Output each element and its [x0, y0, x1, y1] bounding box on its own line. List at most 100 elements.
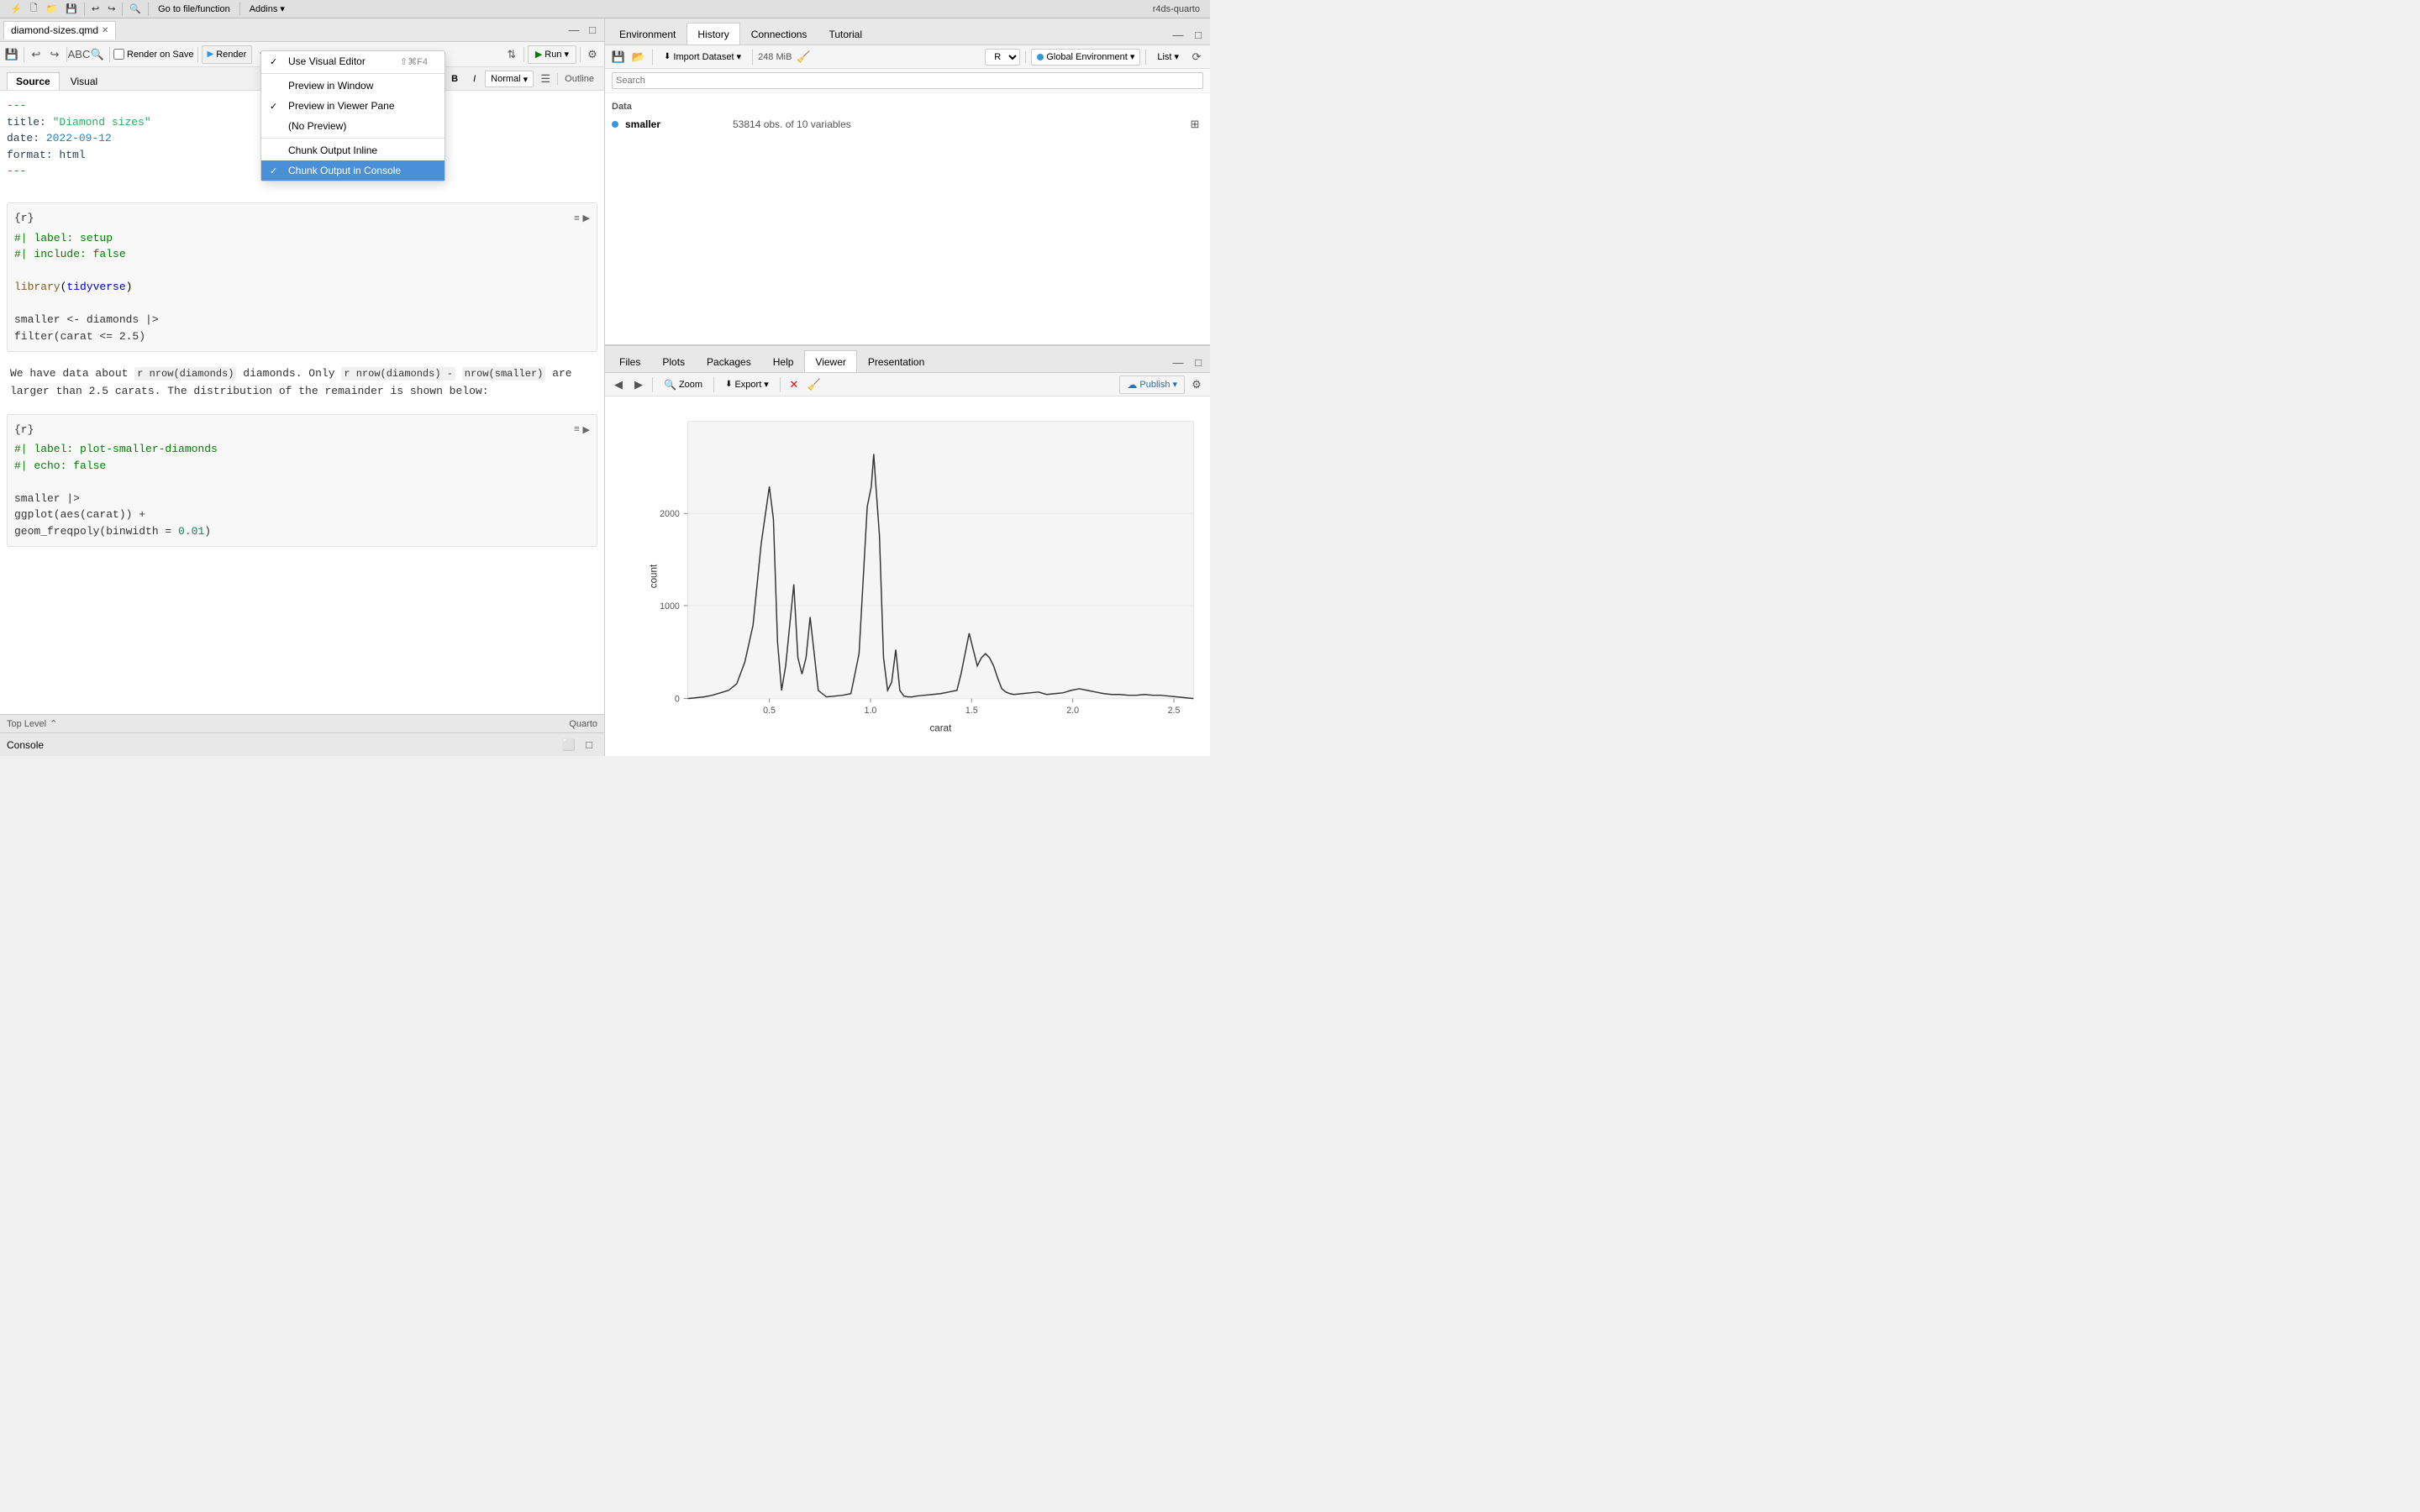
render-btn[interactable]: ▶ Render	[202, 45, 253, 64]
find-editor-btn[interactable]: 🔍	[89, 46, 106, 63]
chunk-settings-btn-1[interactable]: ≡	[574, 213, 579, 223]
render-on-save-text: Render on Save	[127, 50, 194, 60]
viewer-settings-btn[interactable]: ⚙	[1188, 376, 1205, 393]
list-btn[interactable]: List ▾	[1151, 48, 1185, 66]
maximize-pane-btn[interactable]: □	[584, 22, 601, 39]
r-dropdown[interactable]: R	[985, 49, 1020, 66]
visual-tab[interactable]: Visual	[61, 72, 107, 90]
dropdown-item-preview-window[interactable]: Preview in Window	[261, 76, 445, 96]
console-maximize-btn[interactable]: □	[581, 737, 597, 753]
load-history-btn[interactable]: 📂	[630, 49, 647, 66]
sep	[557, 73, 558, 85]
render-on-save-check[interactable]	[113, 49, 124, 60]
sep4	[239, 3, 240, 16]
delete-plot-btn[interactable]: ✕	[786, 376, 802, 393]
yaml-title-val: "Diamond sizes"	[53, 116, 151, 129]
import-dataset-btn[interactable]: ⬇ Import Dataset ▾	[658, 48, 747, 66]
chunk-run-btn-2[interactable]: ▶	[583, 424, 590, 435]
env-minimize-btn[interactable]: —	[1170, 26, 1186, 43]
format-dropdown-btn[interactable]: Normal ▾	[485, 71, 534, 87]
undo-btn[interactable]: ↩	[88, 3, 103, 14]
tab-connections[interactable]: Connections	[740, 23, 818, 45]
save-file-btn[interactable]: 💾	[3, 46, 20, 63]
chunk-header-2: {r} ≡ ▶	[14, 422, 590, 438]
tab-packages[interactable]: Packages	[696, 350, 762, 372]
plot-toolbar: ◀ ▶ 🔍 Zoom ⬇ Export ▾ ✕ 🧹	[605, 373, 1210, 396]
editor-icons: — □	[566, 22, 601, 39]
svg-text:1.0: 1.0	[865, 706, 877, 716]
dropdown-label-no-preview: (No Preview)	[288, 120, 346, 132]
redo-editor-btn[interactable]: ↪	[46, 46, 63, 63]
chunk-run-btn-1[interactable]: ▶	[583, 213, 590, 223]
clear-plots-btn[interactable]: 🧹	[806, 376, 823, 393]
jump-to-btn[interactable]: ⇅	[503, 46, 520, 63]
tab-viewer[interactable]: Viewer	[804, 350, 856, 372]
chunk1-paren-close: )	[126, 281, 133, 293]
rstudio-icon[interactable]: ⚡	[7, 3, 25, 14]
console-pop-out-btn[interactable]: ⬜	[560, 737, 577, 753]
chunk-header-label-1: {r}	[14, 210, 34, 227]
editor-tab-qmd[interactable]: diamond-sizes.qmd ✕	[3, 21, 116, 39]
go-to-file-btn[interactable]: Go to file/function	[152, 0, 236, 18]
outline-btn[interactable]: Outline	[561, 74, 597, 84]
dropdown-item-use-visual-editor[interactable]: ✓ Use Visual Editor ⇧⌘F4	[261, 51, 445, 71]
chunk-settings-btn-2[interactable]: ≡	[574, 424, 579, 435]
tab-help[interactable]: Help	[762, 350, 805, 372]
dropdown-sep	[1025, 51, 1026, 63]
run-label: Run	[544, 50, 561, 60]
spell-check-btn[interactable]: ABC	[71, 46, 87, 63]
check-preview-viewer: ✓	[270, 101, 277, 112]
save-btn[interactable]: 💾	[62, 3, 81, 14]
chunk-header-label-2: {r}	[14, 422, 34, 438]
list-btn[interactable]: ☰	[537, 71, 554, 87]
bold-btn[interactable]: B	[445, 70, 464, 88]
tab-environment-label: Environment	[619, 29, 676, 40]
new-file-btn[interactable]: 🗋	[27, 1, 41, 17]
plots-minimize-btn[interactable]: —	[1170, 354, 1186, 370]
addins-btn[interactable]: Addins ▾	[244, 0, 291, 18]
italic-btn[interactable]: I	[467, 70, 481, 88]
code-chunk-1: {r} ≡ ▶ #| label: setup #| include: fals…	[7, 202, 597, 352]
tab-tutorial[interactable]: Tutorial	[818, 23, 873, 45]
clear-env-btn[interactable]: 🧹	[795, 49, 812, 66]
plot-toolbar-right: ☁ Publish ▾ ⚙	[1119, 375, 1205, 394]
save-history-btn[interactable]: 💾	[610, 49, 627, 66]
refresh-env-btn[interactable]: ⟳	[1188, 49, 1205, 66]
publish-btn[interactable]: ☁ Publish ▾	[1119, 375, 1185, 394]
editor-tab-label: diamond-sizes.qmd	[11, 24, 98, 36]
editor-tab-close[interactable]: ✕	[102, 26, 108, 35]
tab-presentation[interactable]: Presentation	[857, 350, 935, 372]
find-btn[interactable]: 🔍	[126, 3, 145, 14]
expand-item-btn[interactable]: ⊞	[1186, 116, 1203, 133]
run-btn[interactable]: ▶ Run ▾	[528, 45, 576, 64]
zoom-btn[interactable]: 🔍 Zoom	[658, 375, 708, 394]
dropdown-label-preview-window: Preview in Window	[288, 80, 373, 92]
dropdown-item-chunk-console[interactable]: ✓ Chunk Output in Console	[261, 160, 445, 181]
env-search-input[interactable]	[612, 72, 1203, 89]
export-btn[interactable]: ⬇ Export ▾	[719, 375, 775, 394]
yaml-date-val: 2022-09-12	[46, 132, 112, 144]
env-maximize-btn[interactable]: □	[1190, 26, 1207, 43]
source-tab[interactable]: Source	[7, 72, 60, 90]
addins-arrow: ▾	[280, 3, 285, 14]
tab-environment[interactable]: Environment	[608, 23, 687, 45]
redo-btn[interactable]: ↪	[104, 3, 118, 14]
chunk2-comment2: #| echo: false	[14, 459, 106, 472]
global-env-btn[interactable]: Global Environment ▾	[1031, 49, 1140, 66]
plot-prev-btn[interactable]: ◀	[610, 376, 627, 393]
tab-plots[interactable]: Plots	[651, 350, 696, 372]
open-btn[interactable]: 📁	[43, 3, 61, 14]
tab-history[interactable]: History	[687, 23, 739, 45]
options-btn[interactable]: ⚙	[584, 46, 601, 63]
dropdown-item-no-preview[interactable]: (No Preview)	[261, 116, 445, 136]
tab-files[interactable]: Files	[608, 350, 651, 372]
editor-content[interactable]: --- title: "Diamond sizes" date: 2022-09…	[0, 91, 604, 714]
dropdown-item-preview-viewer[interactable]: ✓ Preview in Viewer Pane	[261, 96, 445, 116]
minimize-pane-btn[interactable]: —	[566, 22, 582, 39]
undo-editor-btn[interactable]: ↩	[28, 46, 45, 63]
plot-next-btn[interactable]: ▶	[630, 376, 647, 393]
window-controls: r4ds-quarto	[1150, 4, 1203, 14]
tab-packages-label: Packages	[707, 356, 751, 368]
dropdown-item-chunk-inline[interactable]: Chunk Output Inline	[261, 140, 445, 160]
plots-maximize-btn[interactable]: □	[1190, 354, 1207, 370]
